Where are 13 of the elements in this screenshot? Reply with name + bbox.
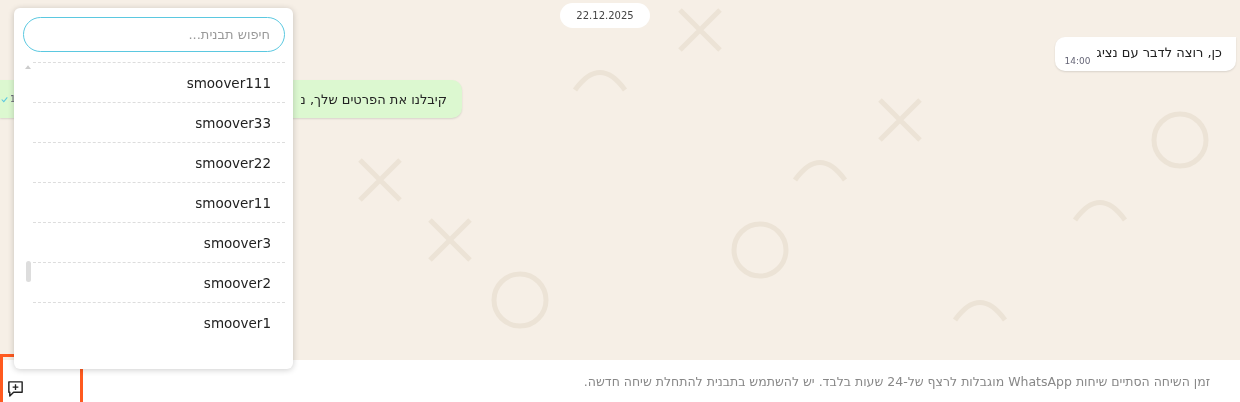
template-item[interactable]: smoover1 [33, 302, 285, 342]
message-text: קיבלנו את הפרטים שלך, נ [300, 91, 447, 107]
message-time: 14:00 [1064, 56, 1091, 66]
template-item[interactable]: smoover11 [33, 182, 285, 222]
date-chip: 22.12.2025 [560, 3, 650, 28]
template-item[interactable]: smoover33 [33, 102, 285, 142]
template-item[interactable]: smoover111 [33, 62, 285, 102]
template-item[interactable]: smoover2 [33, 262, 285, 302]
notice-text: זמן השיחה הסתיים שיחות WhatsApp מוגבלות לרצף של-24 שעות בלבד. יש להשתמש בתבנית להתחלת שיחה חדשה. [583, 373, 1210, 389]
search-field[interactable]: חיפוש תבנית... [23, 17, 285, 52]
template-item[interactable]: smoover22 [33, 142, 285, 182]
message-text: כן, רוצה לדבר עם נציג [1096, 45, 1222, 60]
template-item[interactable]: smoover3 [33, 222, 285, 262]
